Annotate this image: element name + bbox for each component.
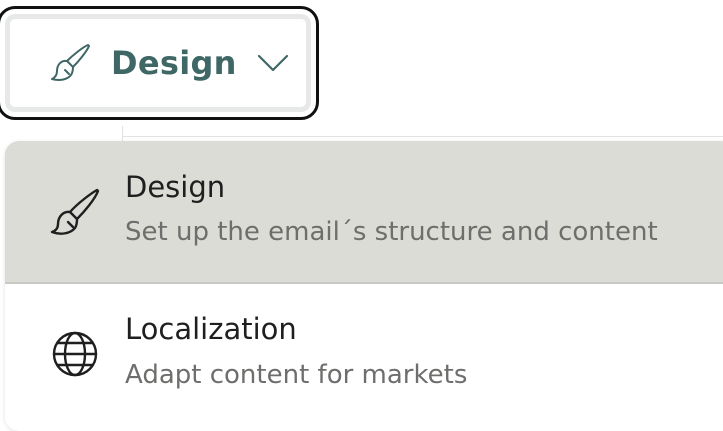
dropdown-menu: Design Set up the email´s structure and …	[5, 141, 723, 431]
menu-item-description: Set up the email´s structure and content	[125, 217, 658, 247]
trigger-label: Design	[111, 44, 237, 82]
paintbrush-icon	[47, 39, 95, 87]
background-divider-horizontal	[122, 136, 723, 137]
menu-item-title: Design	[125, 170, 226, 204]
menu-item-description: Adapt content for markets	[125, 360, 468, 390]
menu-item-title: Localization	[125, 312, 297, 346]
globe-icon	[47, 326, 103, 382]
menu-item-localization[interactable]: Localization Adapt content for markets	[5, 284, 723, 425]
design-dropdown-trigger[interactable]: Design	[5, 14, 311, 112]
paintbrush-icon	[47, 185, 103, 241]
chevron-down-icon	[255, 45, 291, 81]
menu-item-design[interactable]: Design Set up the email´s structure and …	[5, 141, 723, 282]
